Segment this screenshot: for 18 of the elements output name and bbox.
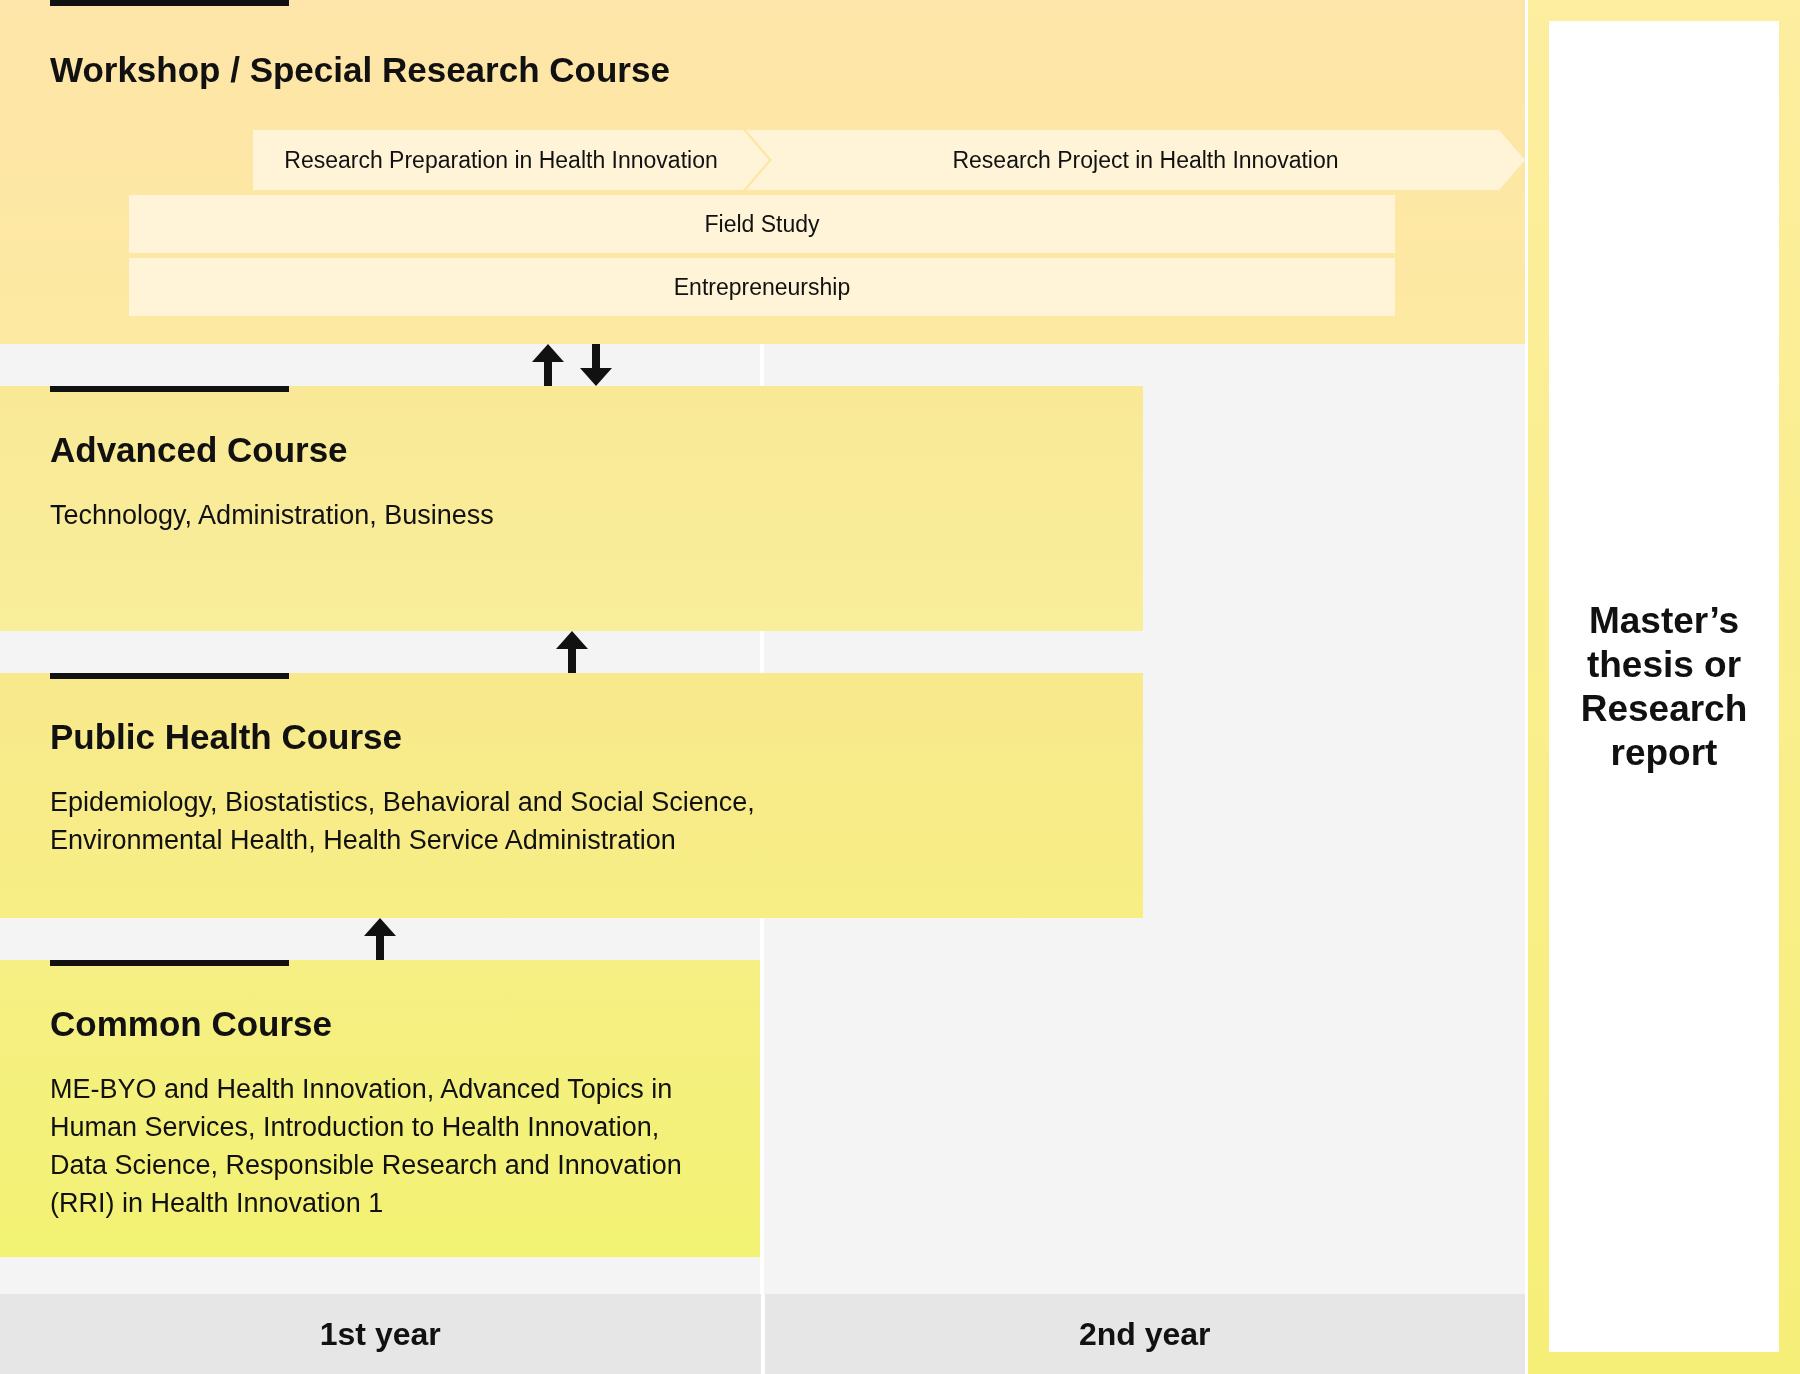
- thesis-title: Master’s thesis or Research report: [1579, 598, 1749, 775]
- year-label: 2nd year: [764, 1294, 1525, 1374]
- up-arrow-icon: [556, 631, 588, 673]
- section-title: Common Course: [50, 1004, 333, 1044]
- course-description: Technology, Administration, Business: [50, 499, 495, 532]
- course-step: Research Preparation in Health Innovation: [253, 130, 769, 190]
- course-step: Research Project in Health Innovation: [746, 130, 1525, 190]
- section-title: Workshop / Special Research Course: [50, 50, 671, 90]
- course-bar: Field Study: [129, 195, 1395, 253]
- section-title: Advanced Course: [50, 430, 349, 470]
- down-arrow-icon: [580, 344, 612, 386]
- year-label: 1st year: [0, 1294, 761, 1374]
- course-description: Epidemiology, Biostatistics, Behavioral and Social Science, Environmental Health, Health Service Administration: [50, 786, 756, 857]
- course-bar: Entrepreneurship: [129, 258, 1395, 316]
- section-title: Public Health Course: [50, 717, 404, 757]
- course-description: ME-BYO and Health Innovation, Advanced Topics in Human Services, Introduction to Health Innovation, Data Science, Responsible Research and Innovation (RRI) in Health Innovation 1: [50, 1073, 683, 1220]
- up-arrow-icon: [532, 344, 564, 386]
- up-arrow-icon: [364, 918, 396, 960]
